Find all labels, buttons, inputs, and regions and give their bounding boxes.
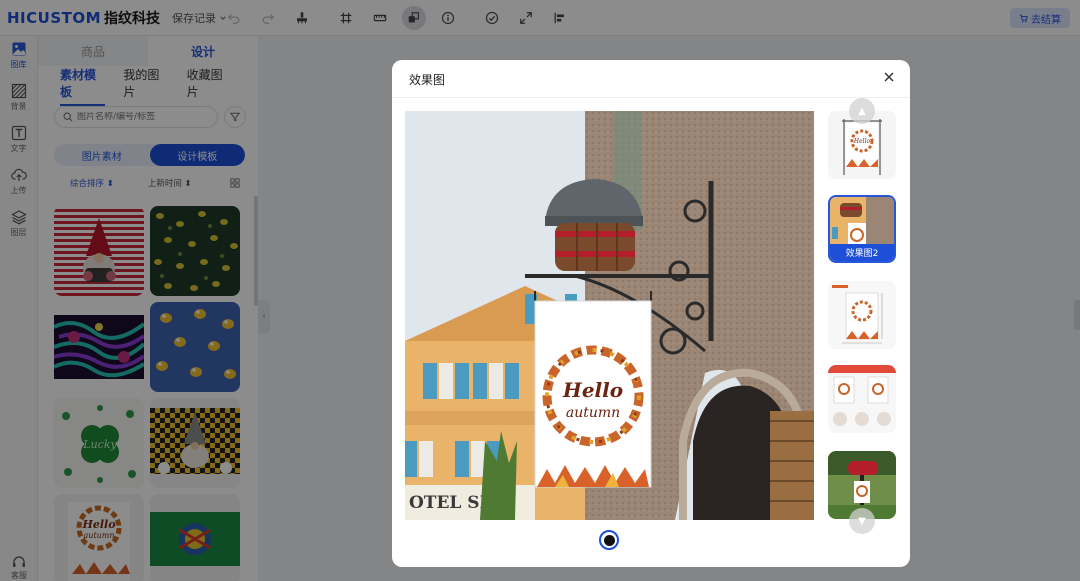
svg-text:Hello: Hello bbox=[853, 138, 871, 145]
carousel-dot[interactable] bbox=[599, 530, 619, 550]
thumb-scroll-down-button[interactable]: ▼ bbox=[849, 508, 875, 534]
flag-text-hello: Hello bbox=[562, 378, 623, 402]
modal-divider bbox=[392, 97, 910, 98]
carousel-dot-indicator bbox=[603, 534, 615, 546]
flag-text-autumn: autumn bbox=[566, 405, 620, 421]
effect-thumbnail-list: Hello 效果图2 bbox=[828, 111, 896, 521]
flag-details-thumb bbox=[828, 365, 896, 433]
thumb-scroll-up-button[interactable]: ▲ bbox=[849, 98, 875, 124]
effect-thumb-4[interactable] bbox=[828, 365, 896, 433]
effect-preview-modal: 效果图 OTEL SE Hello autumn Hello 效果图2 ▲ ▼ bbox=[392, 60, 910, 567]
flag-spec-thumb bbox=[828, 281, 896, 349]
close-icon[interactable] bbox=[882, 70, 896, 84]
mockup-preview-image: OTEL SE Hello autumn bbox=[405, 111, 814, 520]
modal-title: 效果图 bbox=[409, 73, 446, 87]
storefront-flag-scene: OTEL SE Hello autumn bbox=[405, 111, 814, 520]
storefront-sign-text: OTEL SE bbox=[409, 493, 493, 513]
effect-thumb-3[interactable] bbox=[828, 281, 896, 349]
effect-thumb-2-label: 效果图2 bbox=[830, 244, 894, 261]
effect-thumb-2[interactable]: 效果图2 bbox=[828, 195, 896, 263]
